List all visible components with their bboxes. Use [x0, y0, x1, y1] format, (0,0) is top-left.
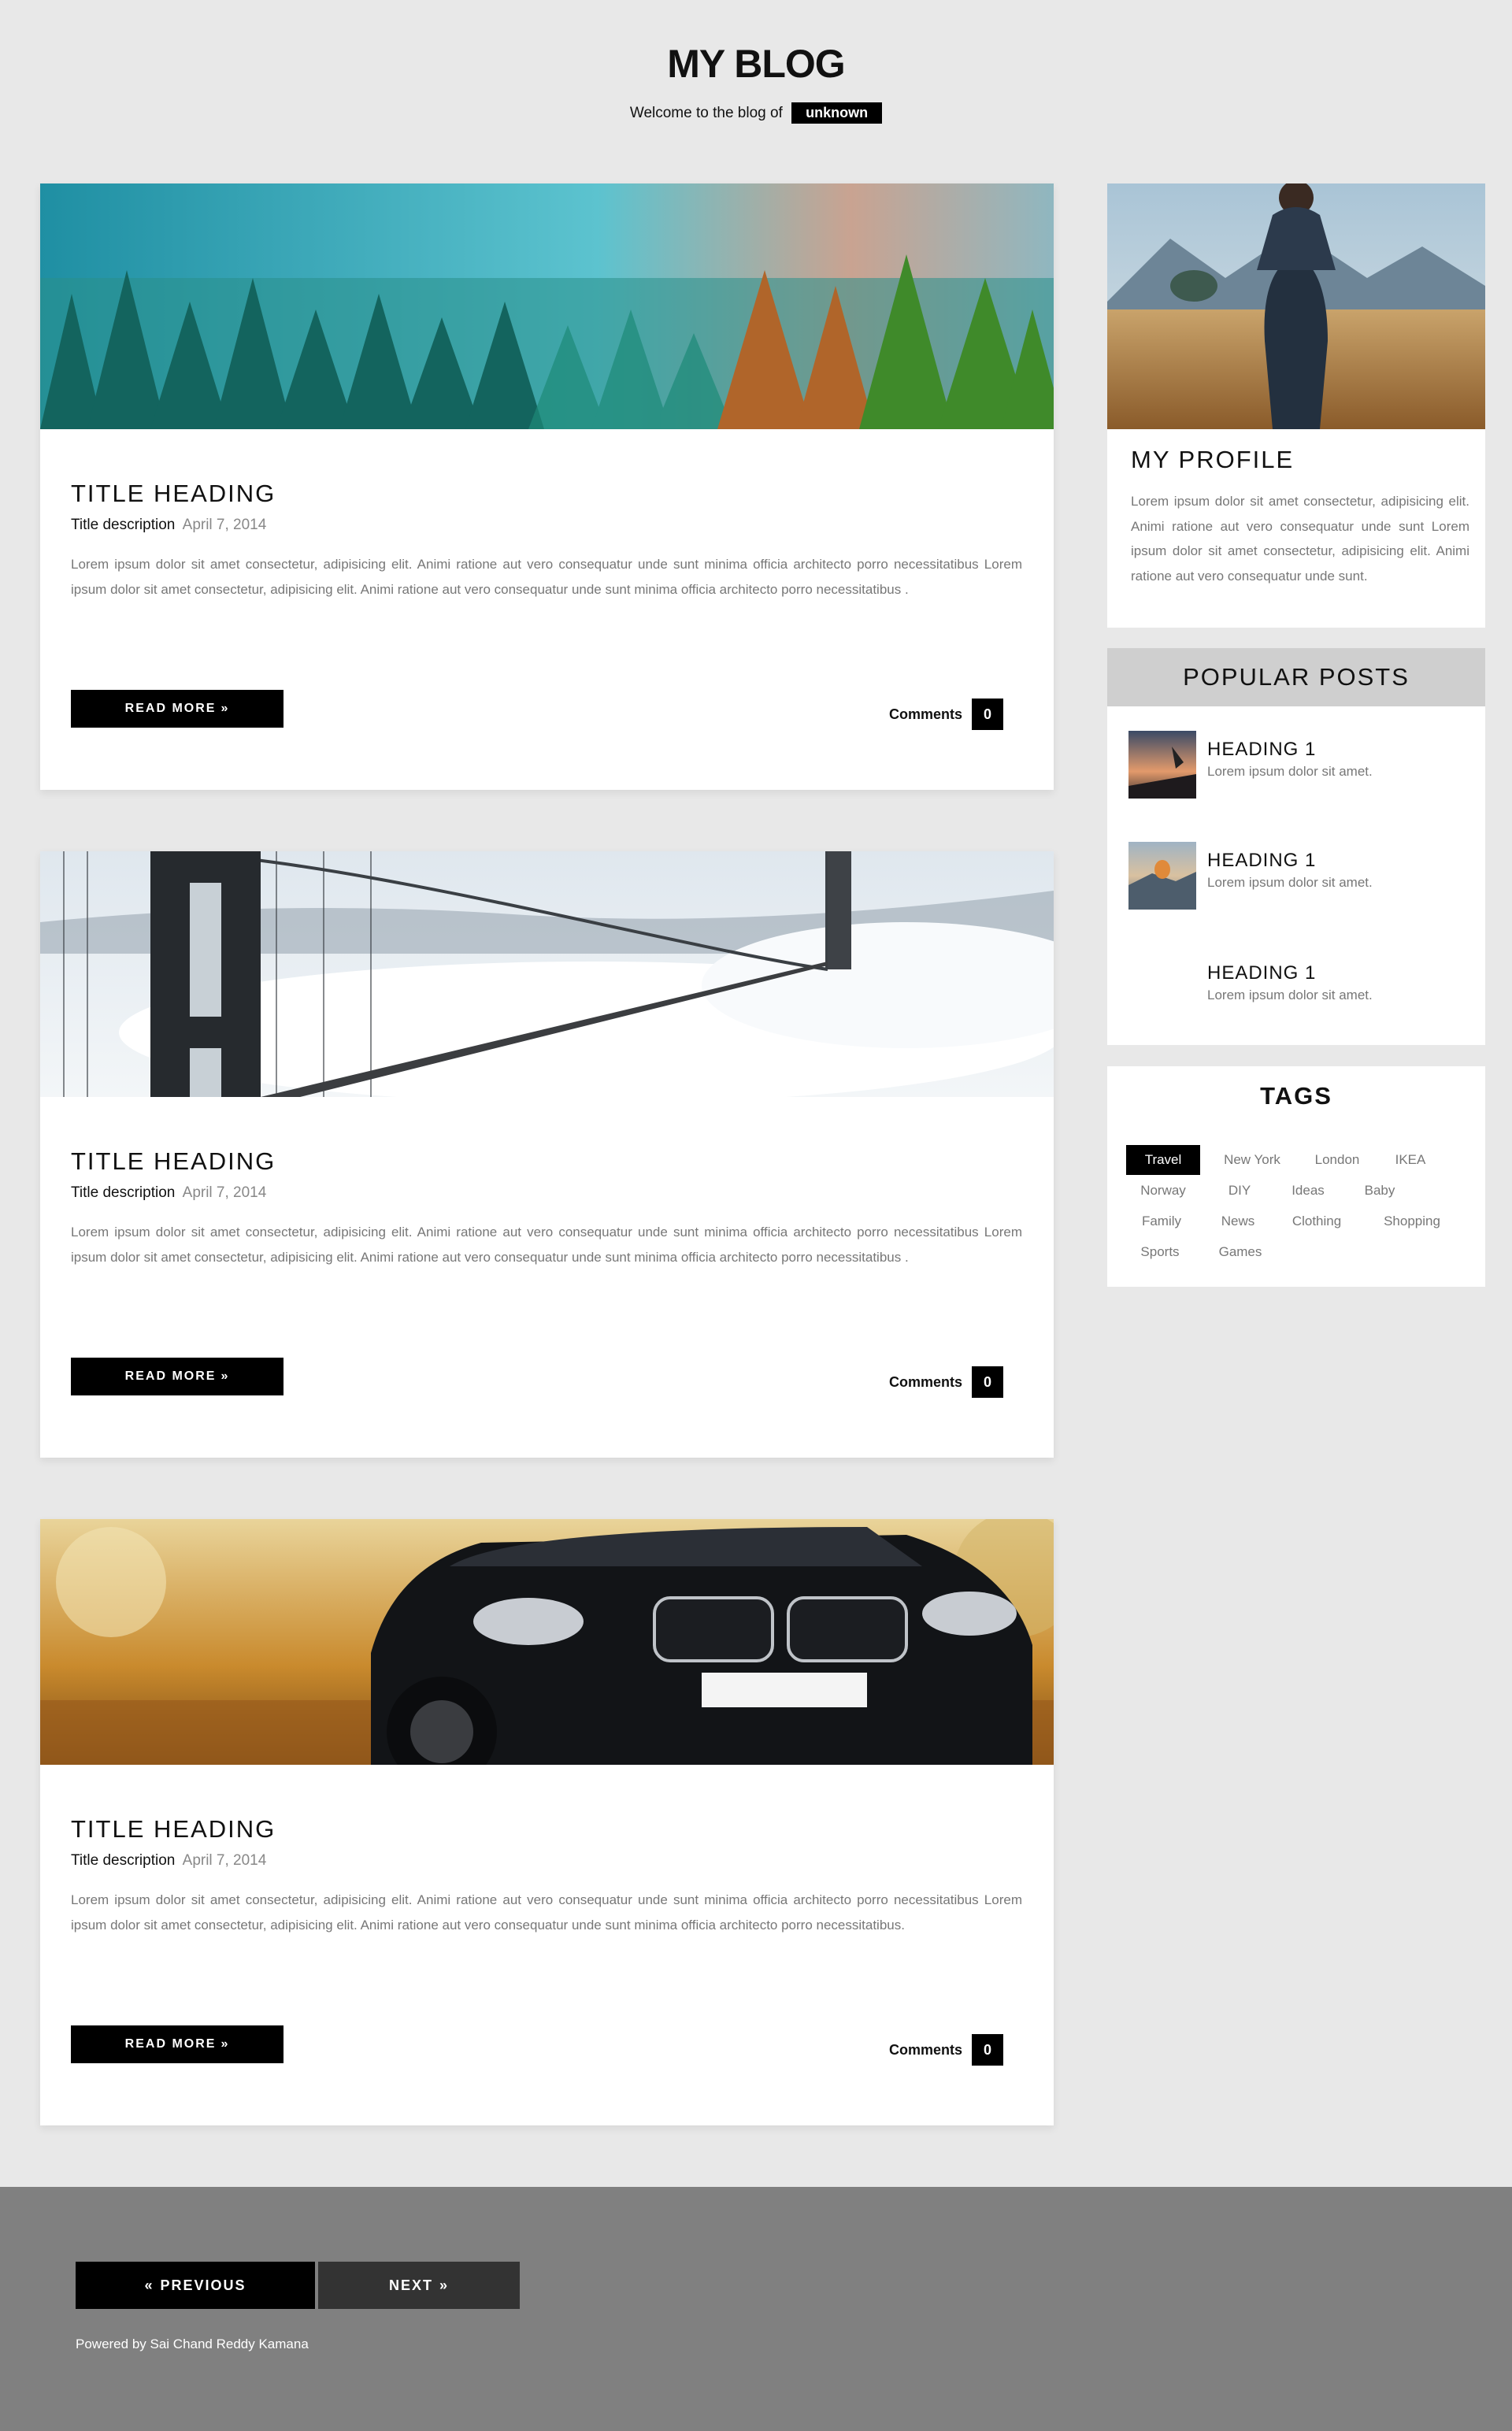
double-chevron-left-icon: «: [144, 2277, 154, 2293]
site-footer: « PREVIOUS NEXT » Powered by Sai Chand R…: [0, 2187, 1512, 2431]
comments-label: Comments: [888, 2041, 962, 2058]
bridge-photo: [40, 851, 1054, 1097]
popular-post-text: Lorem ipsum dolor sit amet.: [1207, 988, 1373, 1002]
read-more-label: READ MORE: [124, 702, 217, 715]
double-chevron-right-icon: »: [220, 1369, 230, 1383]
read-more-button[interactable]: READ MORE »: [71, 690, 284, 728]
previous-button[interactable]: « PREVIOUS: [76, 2262, 315, 2309]
popular-post-item[interactable]: HEADING 1 Lorem ipsum dolor sit amet.: [1128, 842, 1475, 913]
popular-post-item[interactable]: HEADING 1 Lorem ipsum dolor sit amet.: [1128, 731, 1475, 802]
tags-title: TAGS: [1260, 1082, 1332, 1110]
tag-norway[interactable]: Norway: [1126, 1176, 1200, 1206]
powered-by-text: Powered by Sai Chand Reddy Kamana: [76, 2337, 309, 2351]
post-excerpt: Lorem ipsum dolor sit amet consectetur, …: [71, 557, 1022, 597]
post-subtitle: Title description: [71, 1184, 176, 1201]
post-meta: Title description April 7, 2014: [71, 517, 266, 534]
post-excerpt: Lorem ipsum dolor sit amet consectetur, …: [71, 1892, 1022, 1933]
site-header: MY BLOG Welcome to the blog of unknown: [0, 0, 1512, 150]
next-button[interactable]: NEXT »: [318, 2262, 520, 2309]
tag-news[interactable]: News: [1211, 1206, 1265, 1236]
post-meta: Title description April 7, 2014: [71, 1184, 266, 1202]
tag-baby[interactable]: Baby: [1351, 1176, 1408, 1206]
tag-new-york[interactable]: New York: [1214, 1145, 1290, 1175]
post-subtitle: Title description: [71, 1852, 176, 1869]
post-date: April 7, 2014: [182, 1852, 267, 1869]
popular-posts-card: POPULAR POSTS HEADING 1 Lorem ipsum dolo…: [1107, 648, 1485, 1045]
popular-post-thumbnail: [1128, 842, 1196, 910]
post-title: TITLE HEADING: [71, 1147, 276, 1175]
comments-count: 0: [972, 1366, 1003, 1398]
profile-card: MY PROFILE Lorem ipsum dolor sit amet co…: [1107, 183, 1485, 628]
popular-post-heading: HEADING 1: [1207, 962, 1317, 984]
comments-count: 0: [972, 2034, 1003, 2066]
profile-title: MY PROFILE: [1131, 446, 1295, 473]
read-more-label: READ MORE: [124, 2037, 217, 2051]
next-label: NEXT: [388, 2277, 433, 2293]
car-photo: [40, 1519, 1054, 1765]
tag-shopping[interactable]: Shopping: [1369, 1206, 1455, 1236]
tagline-text: Welcome to the blog of: [629, 105, 783, 121]
post-card: TITLE HEADING Title description April 7,…: [40, 1519, 1054, 2125]
double-chevron-right-icon: »: [439, 2277, 450, 2293]
post-meta: Title description April 7, 2014: [71, 1852, 266, 1870]
comments[interactable]: Comments 0: [889, 699, 1003, 730]
post-excerpt: Lorem ipsum dolor sit amet consectetur, …: [71, 1225, 1022, 1265]
tag-london[interactable]: London: [1304, 1145, 1370, 1175]
read-more-label: READ MORE: [124, 1369, 217, 1383]
popular-post-item[interactable]: HEADING 1 Lorem ipsum dolor sit amet.: [1128, 954, 1475, 1025]
tag-games[interactable]: Games: [1208, 1237, 1273, 1267]
forest-photo: [40, 183, 1054, 429]
owner-badge: unknown: [791, 102, 883, 124]
tag-family[interactable]: Family: [1126, 1206, 1197, 1236]
post-date: April 7, 2014: [182, 517, 267, 533]
comments-count: 0: [972, 699, 1003, 730]
previous-label: PREVIOUS: [160, 2277, 246, 2293]
profile-photo: [1107, 183, 1485, 429]
double-chevron-right-icon: »: [220, 702, 230, 715]
post-title: TITLE HEADING: [71, 1815, 276, 1843]
tag-sports[interactable]: Sports: [1126, 1237, 1194, 1267]
tag-clothing[interactable]: Clothing: [1279, 1206, 1354, 1236]
post-date: April 7, 2014: [182, 1184, 267, 1201]
popular-posts-title: POPULAR POSTS: [1107, 648, 1485, 706]
post-card: TITLE HEADING Title description April 7,…: [40, 183, 1054, 790]
read-more-button[interactable]: READ MORE »: [71, 1358, 284, 1395]
post-card: TITLE HEADING Title description April 7,…: [40, 851, 1054, 1458]
comments-label: Comments: [888, 1373, 962, 1390]
tag-diy[interactable]: DIY: [1214, 1176, 1265, 1206]
post-title: TITLE HEADING: [71, 480, 276, 507]
double-chevron-right-icon: »: [220, 2037, 230, 2051]
site-title: MY BLOG: [667, 42, 845, 86]
popular-post-heading: HEADING 1: [1207, 739, 1317, 760]
popular-post-text: Lorem ipsum dolor sit amet.: [1207, 764, 1373, 779]
profile-text: Lorem ipsum dolor sit amet consectetur, …: [1131, 494, 1469, 584]
popular-post-text: Lorem ipsum dolor sit amet.: [1207, 875, 1373, 890]
tags-card: TAGS Travel New York London IKEA Norway …: [1107, 1066, 1485, 1287]
read-more-button[interactable]: READ MORE »: [71, 2025, 284, 2063]
popular-post-thumbnail: [1128, 731, 1196, 799]
tag-ideas[interactable]: Ideas: [1279, 1176, 1337, 1206]
popular-post-heading: HEADING 1: [1207, 850, 1317, 871]
comments-label: Comments: [888, 706, 962, 722]
tag-travel[interactable]: Travel: [1126, 1145, 1200, 1175]
comments[interactable]: Comments 0: [889, 1366, 1003, 1398]
post-subtitle: Title description: [71, 517, 176, 533]
site-tagline: Welcome to the blog of unknown: [0, 102, 1512, 124]
tag-ikea[interactable]: IKEA: [1384, 1145, 1436, 1175]
comments[interactable]: Comments 0: [889, 2034, 1003, 2066]
